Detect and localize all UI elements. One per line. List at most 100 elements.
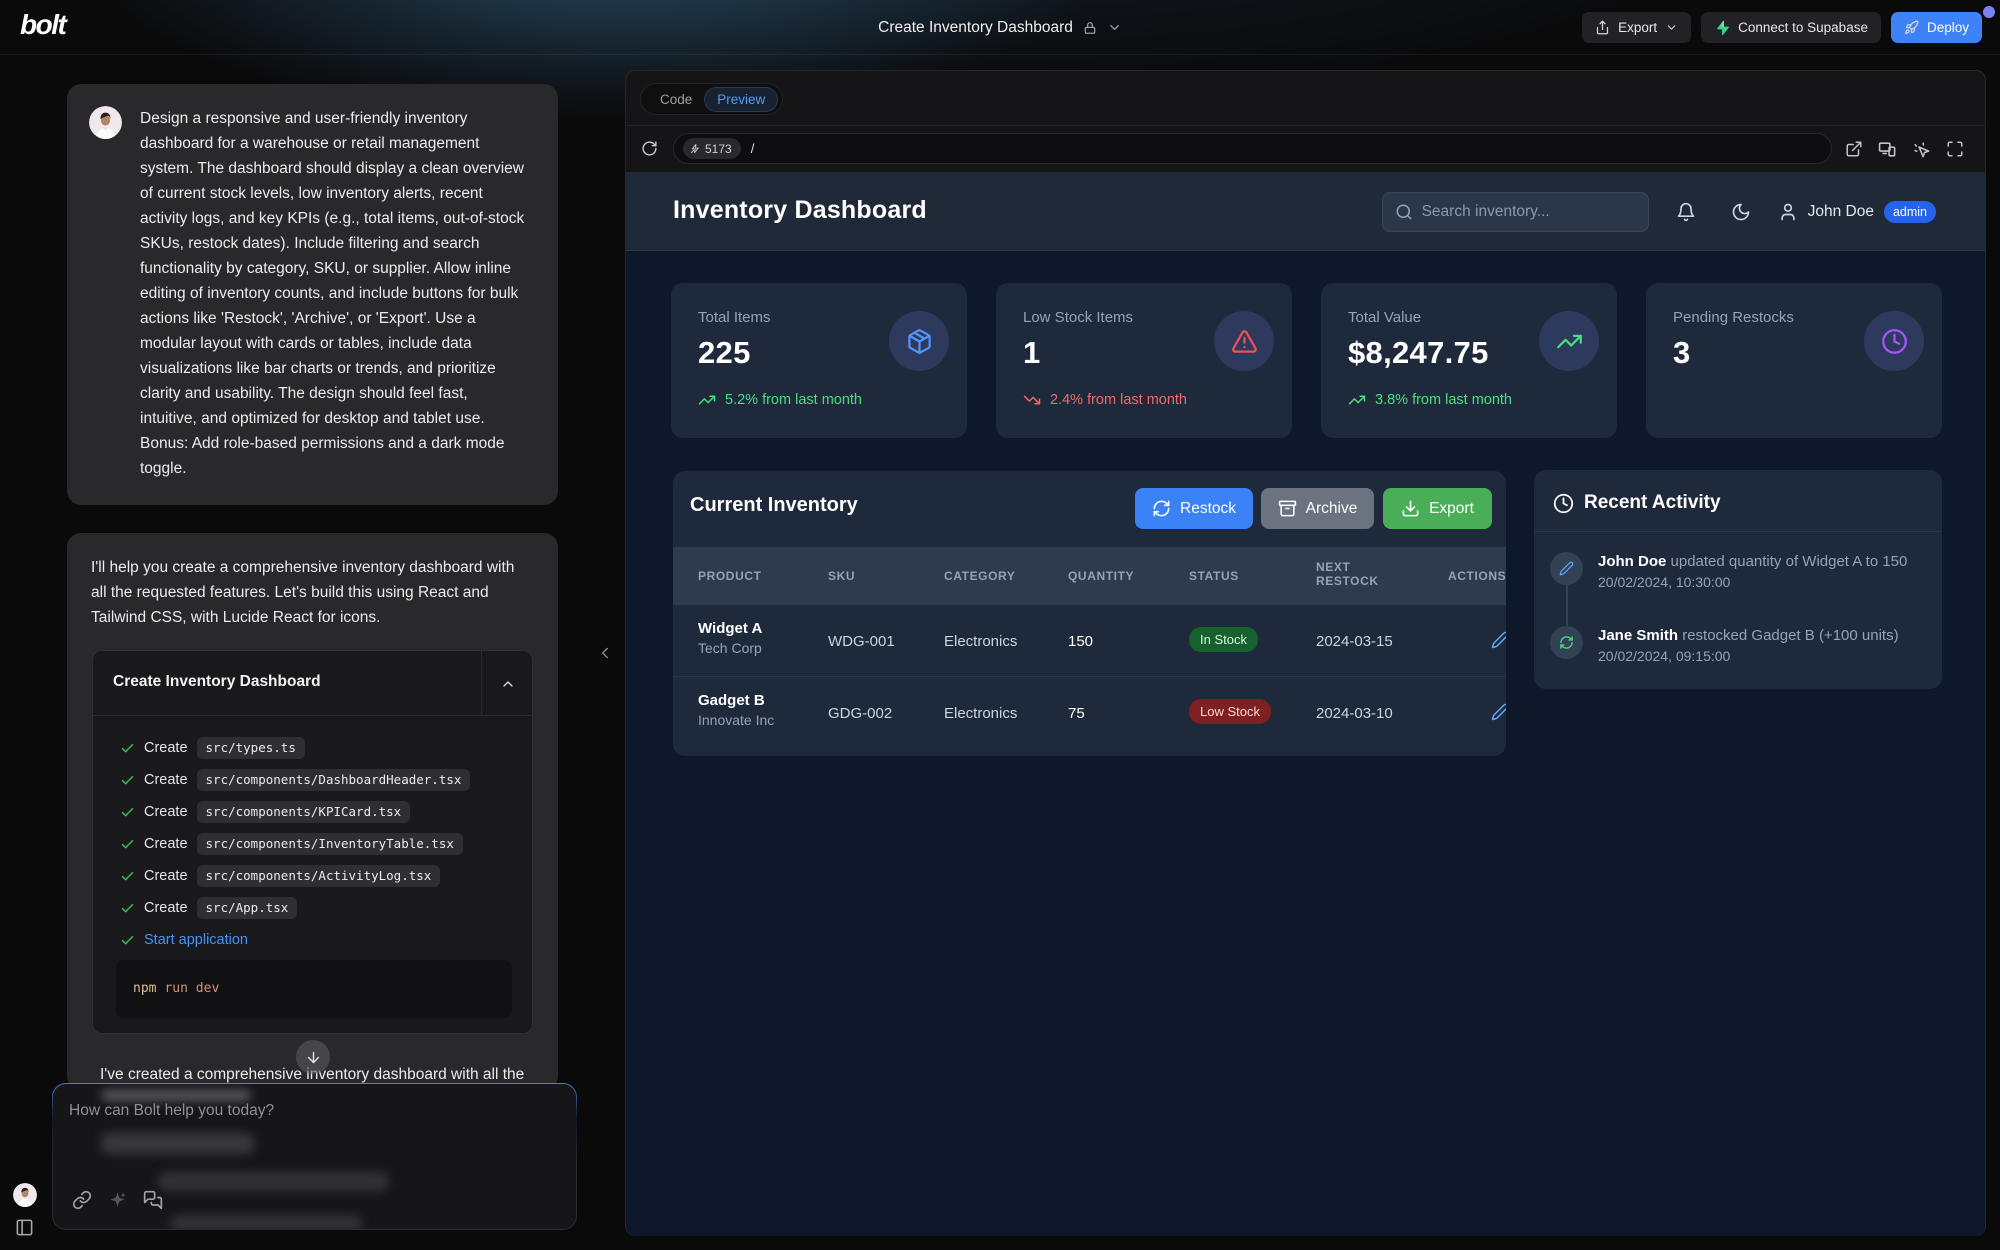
product-name: Gadget B: [698, 692, 774, 709]
command-name: npm: [133, 981, 156, 996]
table-row[interactable]: Gadget B Innovate Inc GDG-002 Electronic…: [673, 676, 1506, 747]
toggle-sidebar-icon[interactable]: [15, 1218, 34, 1237]
collapse-chat-chevron-icon[interactable]: [596, 640, 614, 666]
restock-label: Restock: [1180, 500, 1236, 518]
status-badge: In Stock: [1189, 627, 1258, 652]
topbar-actions: Export Connect to Supabase Deploy: [1582, 12, 1982, 43]
task-card-header[interactable]: Create Inventory Dashboard: [93, 651, 532, 716]
reload-icon[interactable]: [641, 140, 658, 157]
cell-quantity[interactable]: 75: [1068, 705, 1085, 722]
kpi-trend-text: 5.2% from last month: [725, 392, 862, 408]
task-file-chip[interactable]: src/App.tsx: [197, 897, 298, 919]
bolt-app: bolt Create Inventory Dashboard Export C…: [0, 0, 2000, 1250]
task-file-chip[interactable]: src/components/ActivityLog.tsx: [197, 865, 441, 887]
status-badge: Low Stock: [1189, 699, 1271, 724]
kpi-card-pending-restocks: Pending Restocks 3: [1646, 283, 1942, 438]
product-cell: Gadget B Innovate Inc: [698, 692, 774, 728]
task-item[interactable]: Create src/components/DashboardHeader.ts…: [93, 764, 532, 796]
task-item[interactable]: Create src/types.ts: [93, 732, 532, 764]
column-header: QUANTITY: [1068, 569, 1134, 583]
chat-input[interactable]: How can Bolt help you today?: [52, 1083, 577, 1230]
search-input[interactable]: Search inventory...: [1382, 192, 1649, 232]
sparkles-icon[interactable]: [108, 1190, 127, 1210]
message-line: Bonus: Add role-based permissions and a …: [140, 431, 534, 456]
dark-mode-toggle-icon[interactable]: [1731, 202, 1751, 222]
dashboard-title: Inventory Dashboard: [673, 196, 927, 225]
blurred-text: [101, 1133, 254, 1154]
task-file-chip[interactable]: src/components/InventoryTable.tsx: [197, 833, 463, 855]
task-item[interactable]: Create src/components/InventoryTable.tsx: [93, 828, 532, 860]
port-badge[interactable]: 5173: [683, 138, 741, 159]
kpi-label: Total Value: [1348, 309, 1421, 326]
connect-supabase-button[interactable]: Connect to Supabase: [1701, 12, 1881, 43]
column-header: SKU: [828, 569, 855, 583]
tab-preview[interactable]: Preview: [704, 87, 778, 112]
message-line: Tailwind CSS, with Lucide React for icon…: [91, 605, 534, 630]
task-item-start[interactable]: Start application: [93, 924, 532, 956]
search-icon: [1395, 203, 1413, 221]
alert-triangle-icon: [1214, 311, 1274, 371]
edit-icon[interactable]: [1491, 703, 1506, 721]
chevron-up-icon[interactable]: [500, 676, 516, 692]
timeline-connector: [1566, 584, 1568, 626]
status-dot[interactable]: [1983, 6, 1995, 18]
cell-sku: GDG-002: [828, 705, 892, 722]
pointer-toggle-icon[interactable]: [1912, 140, 1931, 159]
task-file-chip[interactable]: src/components/KPICard.tsx: [197, 801, 411, 823]
task-item[interactable]: Create src/components/ActivityLog.tsx: [93, 860, 532, 892]
task-item[interactable]: Create src/components/KPICard.tsx: [93, 796, 532, 828]
message-line: system. The dashboard should display a c…: [140, 156, 534, 181]
task-card-title: Create Inventory Dashboard: [113, 673, 321, 691]
table-row[interactable]: Widget A Tech Corp WDG-001 Electronics 1…: [673, 605, 1506, 676]
terminal-command[interactable]: npmrun dev: [116, 960, 512, 1018]
chat-mode-icon[interactable]: [143, 1190, 163, 1210]
task-action: Create: [144, 772, 188, 788]
task-file-chip[interactable]: src/components/DashboardHeader.tsx: [197, 769, 471, 791]
message-line: clarity and usability. The design should…: [140, 381, 534, 406]
export-button[interactable]: Export: [1582, 12, 1691, 43]
task-item[interactable]: Create src/App.tsx: [93, 892, 532, 924]
project-title: Create Inventory Dashboard: [878, 19, 1073, 37]
responsive-devices-icon[interactable]: [1878, 140, 1897, 159]
message-line: actions like 'Restock', 'Archive', or 'E…: [140, 306, 534, 331]
activity-entry: John Doe updated quantity of Widget A to…: [1598, 553, 1907, 570]
chat-input-placeholder: How can Bolt help you today?: [69, 1102, 274, 1120]
fullscreen-icon[interactable]: [1946, 140, 1964, 159]
scroll-to-bottom-button[interactable]: [296, 1040, 330, 1074]
export-label: Export: [1618, 20, 1657, 35]
user-menu[interactable]: John Doe admin: [1778, 201, 1936, 223]
chat-panel: Design a responsive and user-friendly in…: [0, 55, 625, 1250]
open-external-icon[interactable]: [1845, 140, 1863, 159]
chat-input-toolbar: [72, 1190, 163, 1210]
chevron-down-icon[interactable]: [1107, 20, 1122, 35]
refresh-icon: [1550, 626, 1583, 659]
user-avatar: [89, 106, 122, 139]
cell-quantity[interactable]: 150: [1068, 633, 1093, 650]
start-application-link[interactable]: Start application: [144, 932, 248, 948]
export-csv-button[interactable]: Export: [1383, 488, 1492, 529]
workbench-panel: Code Preview 5173 / Inventory Dashboar: [625, 70, 1986, 1236]
task-action: Create: [144, 900, 188, 916]
check-icon: [120, 901, 135, 916]
task-file-chip[interactable]: src/types.ts: [197, 737, 305, 759]
activity-action: restocked Gadget B (+100 units): [1678, 627, 1899, 644]
tab-code[interactable]: Code: [645, 92, 704, 107]
export-csv-label: Export: [1429, 500, 1474, 518]
deploy-button[interactable]: Deploy: [1891, 12, 1982, 43]
profile-avatar[interactable]: [13, 1183, 37, 1207]
edit-icon[interactable]: [1491, 631, 1506, 649]
kpi-label: Total Items: [698, 309, 771, 326]
message-line: toggle.: [140, 456, 534, 481]
dashboard-header: Inventory Dashboard Search inventory... …: [626, 172, 1985, 251]
url-input[interactable]: 5173 /: [673, 133, 1832, 164]
check-icon: [120, 869, 135, 884]
cell-category: Electronics: [944, 705, 1017, 722]
kpi-trend-text: 2.4% from last month: [1050, 392, 1187, 408]
archive-button[interactable]: Archive: [1261, 488, 1374, 529]
attach-link-icon[interactable]: [72, 1190, 92, 1210]
supabase-icon: [1714, 20, 1730, 36]
bell-icon[interactable]: [1676, 202, 1696, 222]
restock-button[interactable]: Restock: [1135, 488, 1253, 529]
zap-off-icon: [690, 143, 701, 154]
activity-user: Jane Smith: [1598, 627, 1678, 644]
